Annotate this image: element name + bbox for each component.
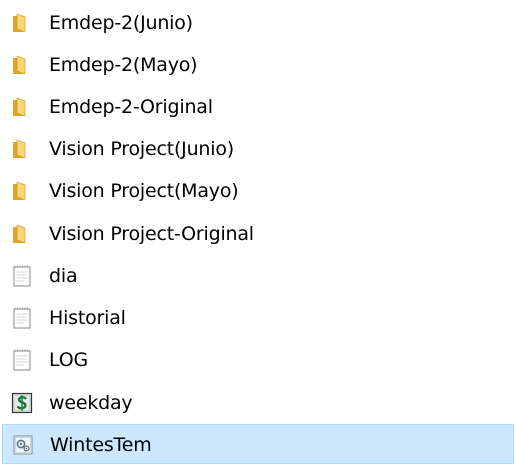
list-item[interactable]: weekday (2, 383, 514, 423)
item-name: dia (49, 265, 78, 287)
file-list: Emdep-2(Junio) Emdep-2(Mayo) Emdep-2-Ori… (0, 0, 516, 464)
item-name: LOG (49, 349, 88, 371)
text-file-icon (10, 306, 34, 330)
item-name: Vision Project-Original (49, 223, 254, 245)
list-item[interactable]: Vision Project(Junio) (2, 129, 514, 169)
text-file-icon (10, 348, 34, 372)
list-item[interactable]: Emdep-2-Original (2, 87, 514, 127)
list-item[interactable]: LOG (2, 340, 514, 380)
list-item[interactable]: dia (2, 256, 514, 296)
list-item[interactable]: Emdep-2(Mayo) (2, 45, 514, 85)
item-name: Emdep-2(Mayo) (49, 54, 198, 76)
item-name: Vision Project(Junio) (49, 138, 234, 160)
folder-icon (10, 53, 34, 77)
folder-icon (10, 222, 34, 246)
list-item[interactable]: Historial (2, 298, 514, 338)
item-name: Vision Project(Mayo) (49, 180, 239, 202)
folder-icon (10, 179, 34, 203)
list-item[interactable]: Vision Project(Mayo) (2, 171, 514, 211)
item-name: weekday (49, 392, 133, 414)
list-item-selected[interactable]: WintesTem (2, 424, 514, 464)
config-file-icon (11, 433, 35, 457)
item-name: Historial (49, 307, 126, 329)
folder-icon (10, 95, 34, 119)
item-name: Emdep-2(Junio) (49, 12, 193, 34)
list-item[interactable]: Emdep-2(Junio) (2, 3, 514, 43)
item-name: Emdep-2-Original (49, 96, 213, 118)
text-file-icon (10, 264, 34, 288)
list-item[interactable]: Vision Project-Original (2, 214, 514, 254)
item-name: WintesTem (50, 434, 152, 456)
dollar-script-icon (10, 391, 34, 415)
folder-icon (10, 137, 34, 161)
folder-icon (10, 11, 34, 35)
